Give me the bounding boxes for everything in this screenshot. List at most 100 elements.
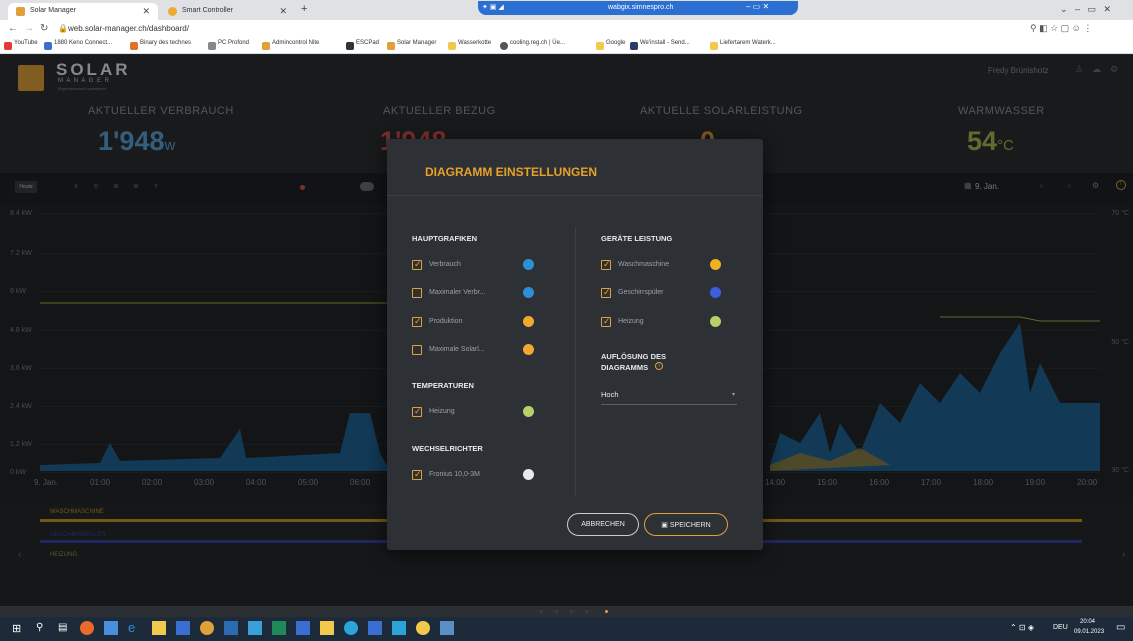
pager-dot[interactable] bbox=[555, 610, 558, 613]
pager-dot[interactable] bbox=[570, 610, 573, 613]
checkbox-geraet-heizung[interactable] bbox=[601, 316, 611, 327]
option-fronius-label[interactable]: Fronius 10,0-3M bbox=[429, 471, 480, 478]
bookmark-1[interactable]: 1880 Keno Connect... bbox=[44, 40, 112, 52]
color-dot-verbrauch[interactable] bbox=[523, 259, 534, 270]
youtube-icon bbox=[4, 42, 12, 50]
clock-time[interactable]: 20:04 bbox=[1080, 619, 1095, 625]
checkbox-waschmaschine[interactable] bbox=[601, 259, 611, 270]
bookmark-icon bbox=[630, 42, 638, 50]
app-icon[interactable] bbox=[104, 621, 118, 635]
color-dot-fronius[interactable] bbox=[523, 469, 534, 480]
title-divider bbox=[387, 195, 763, 196]
forward-icon[interactable]: → bbox=[24, 23, 34, 34]
checkbox-geschirrspueler[interactable] bbox=[601, 287, 611, 298]
cancel-button[interactable]: ABBRECHEN bbox=[567, 513, 639, 536]
remote-window-controls[interactable]: – ▭ ✕ bbox=[746, 2, 769, 11]
resolution-select[interactable]: Hoch ▾ bbox=[601, 387, 737, 405]
option-geschirrspueler-label[interactable]: Geschirrspüler bbox=[618, 289, 664, 296]
color-dot-max-solar[interactable] bbox=[523, 344, 534, 355]
bookmark-2[interactable]: Binary des technes bbox=[130, 40, 191, 52]
bookmark-youtube[interactable]: YouTube bbox=[4, 40, 38, 52]
bookmark-label: ESCPad bbox=[356, 40, 380, 46]
bookmark-9[interactable]: Google bbox=[596, 40, 625, 52]
bookmark-11[interactable]: Liefertarem Waterk... bbox=[710, 40, 776, 52]
bookmark-label: Solar Manager bbox=[397, 40, 437, 46]
windows-start-icon[interactable]: ⊞ bbox=[12, 622, 21, 635]
bookmark-icon bbox=[346, 42, 354, 50]
checkbox-verbrauch[interactable] bbox=[412, 259, 422, 270]
folder-icon bbox=[596, 42, 604, 50]
color-dot-geschirrspueler[interactable] bbox=[710, 287, 721, 298]
pager-dot[interactable] bbox=[585, 610, 588, 613]
option-geraet-heizung-label[interactable]: Heizung bbox=[618, 318, 644, 325]
app-icon[interactable] bbox=[176, 621, 190, 635]
option-temp-heizung-label[interactable]: Heizung bbox=[429, 408, 455, 415]
app-icon[interactable] bbox=[392, 621, 406, 635]
app-icon[interactable] bbox=[368, 621, 382, 635]
close-tab-icon[interactable]: ✕ bbox=[142, 6, 150, 17]
option-waschmaschine-label[interactable]: Waschmaschine bbox=[618, 261, 669, 268]
option-max-verbrauch-label[interactable]: Maximaler Verbr... bbox=[429, 289, 485, 296]
save-button[interactable]: ▣ SPEICHERN bbox=[644, 513, 728, 536]
pager-dot[interactable] bbox=[540, 610, 543, 613]
app-icon[interactable] bbox=[440, 621, 454, 635]
bookmark-10[interactable]: We'install - Send... bbox=[630, 40, 690, 52]
bookmark-label: 1880 Keno Connect... bbox=[54, 40, 113, 46]
bookmark-8[interactable]: cooling.reg.ch | Üe... bbox=[500, 40, 565, 52]
bookmark-icon bbox=[387, 42, 395, 50]
color-dot-geraet-heizung[interactable] bbox=[710, 316, 721, 327]
back-icon[interactable]: ← bbox=[8, 23, 18, 34]
color-dot-waschmaschine[interactable] bbox=[710, 259, 721, 270]
url-field[interactable]: web.solar-manager.ch/dashboard/ bbox=[68, 24, 189, 33]
color-dot-max-verbrauch[interactable] bbox=[523, 287, 534, 298]
checkbox-max-verbrauch[interactable] bbox=[412, 288, 422, 298]
app-icon[interactable] bbox=[416, 621, 430, 635]
reload-icon[interactable]: ↻ bbox=[40, 23, 48, 34]
tab-label: Solar Manager bbox=[30, 7, 76, 14]
app-icon[interactable] bbox=[320, 621, 334, 635]
tab-smart-controller[interactable]: Smart Controller ✕ bbox=[160, 3, 295, 20]
clock-date[interactable]: 09.01.2023 bbox=[1074, 629, 1104, 635]
color-dot-temp-heizung[interactable] bbox=[523, 406, 534, 417]
search-icon[interactable]: ⚲ bbox=[36, 622, 43, 633]
bookmark-7[interactable]: Wasserkotte bbox=[448, 40, 491, 52]
firefox-icon[interactable] bbox=[80, 621, 94, 635]
resolution-info-icon[interactable]: i bbox=[655, 362, 663, 370]
window-controls[interactable]: ⌄ – ▭ ✕ bbox=[1060, 4, 1111, 15]
option-verbrauch-label[interactable]: Verbrauch bbox=[429, 261, 461, 268]
bookmark-3[interactable]: PC Profond bbox=[208, 40, 249, 52]
pager-dot-active[interactable] bbox=[605, 610, 608, 613]
option-max-solar-label[interactable]: Maximale Solarl... bbox=[429, 346, 485, 353]
bookmark-label: cooling.reg.ch | Üe... bbox=[510, 40, 565, 46]
app-icon[interactable] bbox=[296, 621, 310, 635]
input-language[interactable]: DEU bbox=[1053, 624, 1068, 631]
close-tab-icon[interactable]: ✕ bbox=[279, 6, 287, 17]
app-icon[interactable] bbox=[344, 621, 358, 635]
task-view-icon[interactable]: ▤ bbox=[58, 622, 67, 633]
tab-solar-manager[interactable]: Solar Manager ✕ bbox=[8, 3, 158, 20]
pin-icon[interactable]: ✦ ▣ ◢ bbox=[482, 3, 504, 11]
bookmark-label: Admincontrol Nite bbox=[272, 40, 320, 46]
bookmark-5[interactable]: ESCPad bbox=[346, 40, 379, 52]
chrome-icon[interactable] bbox=[200, 621, 214, 635]
checkbox-produktion[interactable] bbox=[412, 316, 422, 327]
option-produktion-label[interactable]: Produktion bbox=[429, 318, 462, 325]
browser-actions-icon[interactable]: ⚲ ◧ ☆ ▢ ☺ ⋮ bbox=[1030, 23, 1092, 34]
remote-session-bar[interactable]: ✦ ▣ ◢ wabgix.simnespro.ch – ▭ ✕ bbox=[478, 1, 798, 15]
bookmark-4[interactable]: Admincontrol Nite bbox=[262, 40, 319, 52]
save-icon: ▣ bbox=[661, 522, 670, 529]
notifications-icon[interactable]: ▭ bbox=[1116, 622, 1125, 633]
app-icon[interactable] bbox=[248, 621, 262, 635]
checkbox-fronius[interactable] bbox=[412, 469, 422, 480]
file-explorer-icon[interactable] bbox=[152, 621, 166, 635]
bookmark-icon bbox=[208, 42, 216, 50]
new-tab-button[interactable]: + bbox=[301, 3, 307, 15]
app-icon[interactable] bbox=[224, 621, 238, 635]
app-icon[interactable] bbox=[272, 621, 286, 635]
checkbox-max-solar[interactable] bbox=[412, 345, 422, 355]
checkbox-temp-heizung[interactable] bbox=[412, 406, 422, 417]
color-dot-produktion[interactable] bbox=[523, 316, 534, 327]
tray-icons[interactable]: ⌃ ⊡ ◈ bbox=[1010, 623, 1034, 632]
bookmark-6[interactable]: Solar Manager bbox=[387, 40, 436, 52]
edge-icon[interactable]: e bbox=[128, 620, 135, 635]
